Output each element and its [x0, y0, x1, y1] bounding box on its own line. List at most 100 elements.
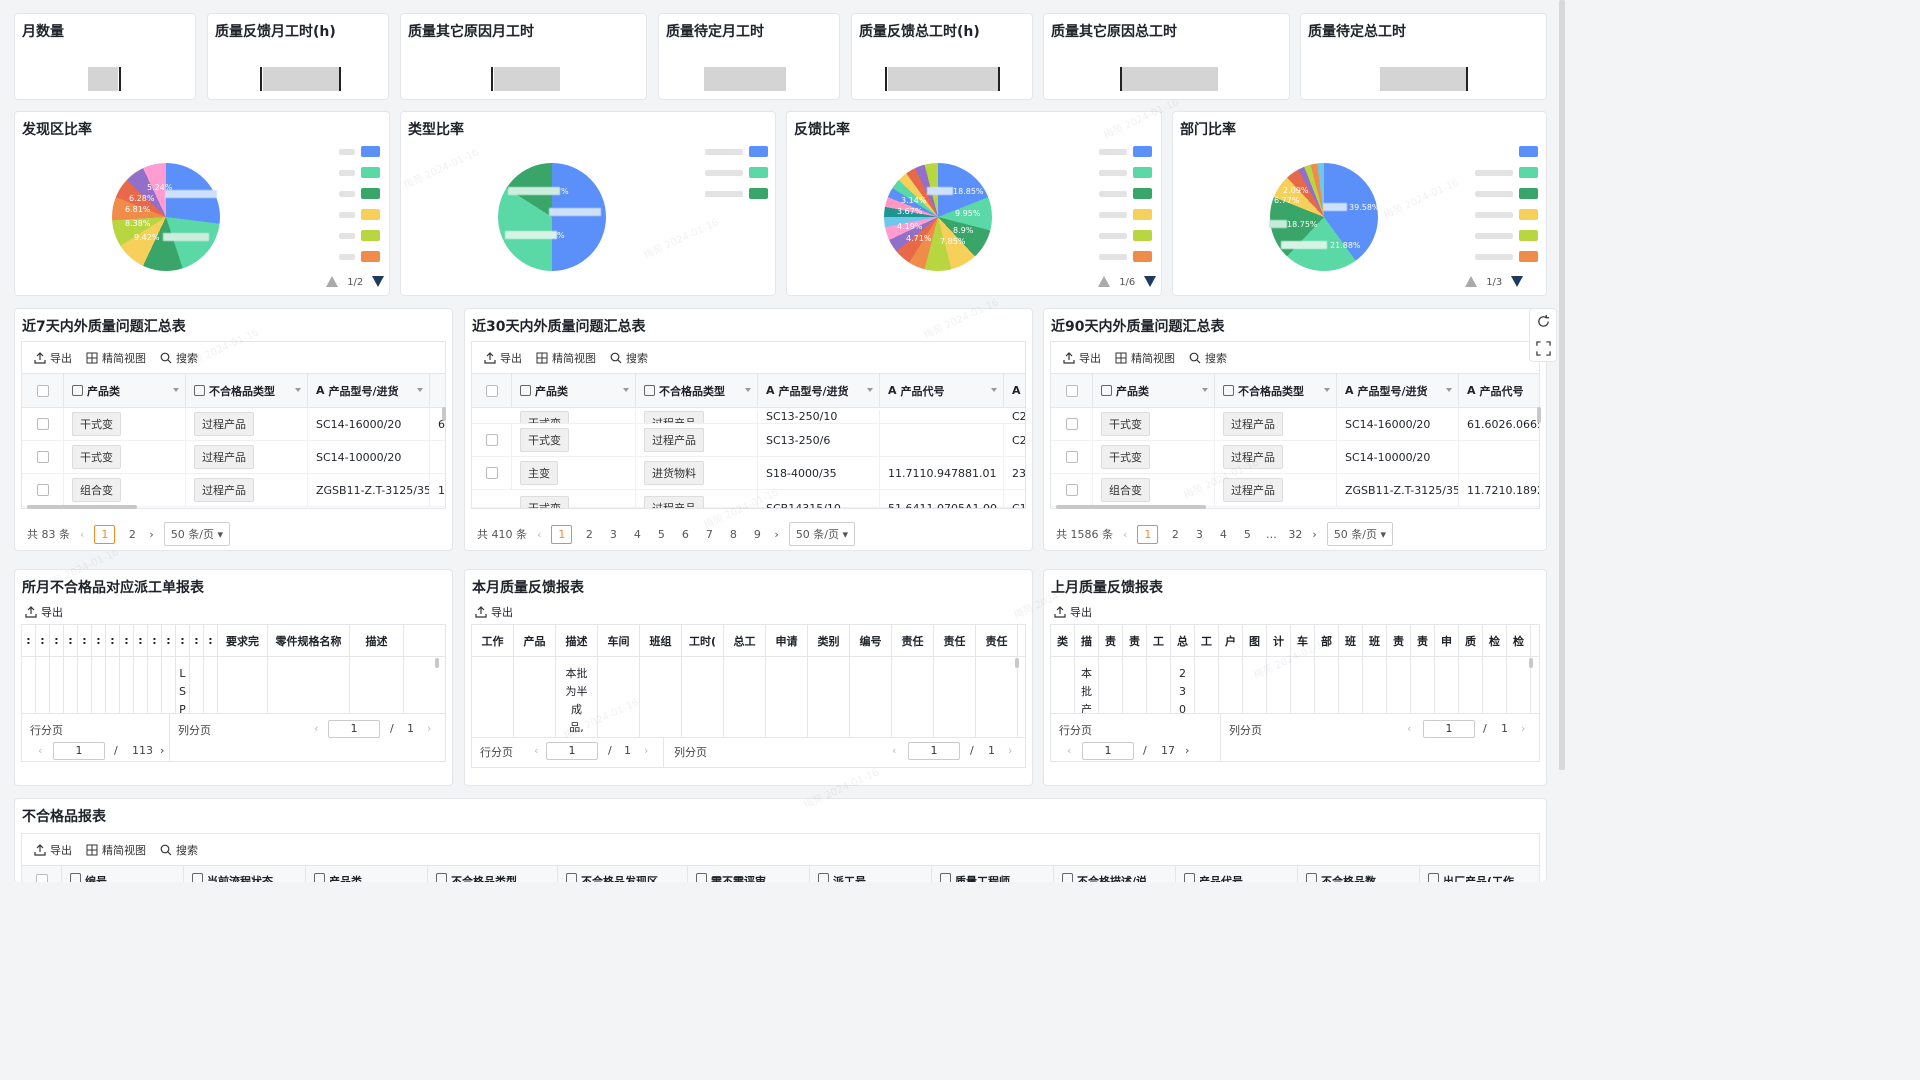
prev-page-icon[interactable]: ‹: [534, 744, 538, 757]
col-header[interactable]: 产品类: [1093, 374, 1215, 407]
col-page-input[interactable]: 1: [328, 720, 380, 738]
legend-prev-icon[interactable]: [1465, 276, 1477, 287]
table-row[interactable]: 干式变 过程产品 SC14-10000/20: [22, 441, 445, 474]
next-page-icon[interactable]: ›: [774, 528, 778, 541]
col-header[interactable]: 申: [1435, 625, 1459, 656]
col-header[interactable]: 派工号: [810, 866, 932, 882]
col-header[interactable]: A 产品型号/进货: [758, 374, 880, 407]
col-header[interactable]: 出厂产品(工作: [1420, 866, 1539, 882]
col-header[interactable]: 班组: [640, 625, 682, 656]
page-button[interactable]: 5: [1240, 528, 1254, 541]
horizontal-scrollbar[interactable]: [27, 505, 137, 509]
page-button[interactable]: 7: [702, 528, 716, 541]
sort-caret-icon[interactable]: [417, 388, 423, 392]
page-button[interactable]: 3: [1192, 528, 1206, 541]
page-button[interactable]: 6: [678, 528, 692, 541]
col-header[interactable]: 车间: [598, 625, 640, 656]
page-size-select[interactable]: 50 条/页 ▾: [163, 522, 231, 546]
legend-swatch[interactable]: [1519, 188, 1538, 199]
col-header[interactable]: 当前流程状态: [184, 866, 306, 882]
col-header[interactable]: 不合格品发现区: [558, 866, 688, 882]
col-header[interactable]: 编号: [62, 866, 184, 882]
col-header[interactable]: A 产品代号: [880, 374, 1004, 407]
compact-view-button[interactable]: 精简视图: [86, 350, 146, 366]
next-page-icon[interactable]: ›: [1312, 528, 1316, 541]
prev-col-icon[interactable]: ‹: [314, 722, 318, 735]
table-row[interactable]: 组合变 过程产品 ZGSB11-Z.T-3125/35 11.7210.1892…: [1051, 474, 1539, 507]
legend-swatch[interactable]: [1133, 209, 1152, 220]
select-all-checkbox[interactable]: [485, 384, 498, 397]
sort-caret-icon[interactable]: [295, 388, 301, 392]
col-header[interactable]: 不合格品类型: [186, 374, 308, 407]
col-header[interactable]: A: [1004, 374, 1025, 407]
next-page-icon[interactable]: ›: [149, 528, 153, 541]
pie-chart[interactable]: [112, 163, 220, 271]
col-header[interactable]: A 产品型号/进货: [308, 374, 430, 407]
export-button[interactable]: 导出: [1054, 604, 1092, 620]
sort-caret-icon[interactable]: [173, 388, 179, 392]
fullscreen-icon[interactable]: [1536, 341, 1551, 356]
next-col-icon[interactable]: ›: [1521, 722, 1525, 735]
row-page-input[interactable]: 1: [53, 742, 105, 760]
next-page-icon[interactable]: ›: [644, 744, 648, 757]
sort-caret-icon[interactable]: [991, 388, 997, 392]
export-button[interactable]: 导出: [475, 604, 513, 620]
col-header[interactable]: 责任: [934, 625, 976, 656]
export-button[interactable]: 导出: [1063, 350, 1101, 366]
legend-swatch[interactable]: [1519, 167, 1538, 178]
search-button[interactable]: 搜索: [610, 350, 648, 366]
row-checkbox[interactable]: [36, 451, 49, 463]
col-header[interactable]: 不合格描述/说: [1054, 866, 1176, 882]
col-header[interactable]: A 产品代号: [1459, 374, 1539, 407]
sort-caret-icon[interactable]: [1202, 388, 1208, 392]
legend-swatch[interactable]: [361, 230, 380, 241]
select-all-checkbox[interactable]: [35, 874, 48, 882]
search-button[interactable]: 搜索: [1189, 350, 1227, 366]
page-scrollbar[interactable]: [1559, 0, 1565, 770]
col-header[interactable]: 零件规格名称: [268, 625, 350, 656]
col-header[interactable]: 责: [1411, 625, 1435, 656]
row-checkbox[interactable]: [1065, 484, 1078, 496]
col-header[interactable]: 总: [1171, 625, 1195, 656]
legend-next-icon[interactable]: [372, 276, 385, 287]
col-header[interactable]: 申请: [766, 625, 808, 656]
col-header[interactable]: 车: [1291, 625, 1315, 656]
page-button[interactable]: 2: [582, 528, 596, 541]
row-page-input[interactable]: 1: [1082, 742, 1134, 760]
col-header[interactable]: 描: [1075, 625, 1099, 656]
col-header[interactable]: 不合格品类型: [636, 374, 758, 407]
row-checkbox[interactable]: [36, 484, 49, 496]
col-header[interactable]: 班: [1363, 625, 1387, 656]
row-checkbox[interactable]: [1065, 451, 1078, 463]
col-header[interactable]: 责: [1099, 625, 1123, 656]
legend-next-icon[interactable]: [1144, 276, 1157, 287]
col-header[interactable]: 工: [1195, 625, 1219, 656]
col-header[interactable]: 要求完: [218, 625, 268, 656]
col-header[interactable]: 不合格品类型: [428, 866, 558, 882]
sort-caret-icon[interactable]: [745, 388, 751, 392]
sort-caret-icon[interactable]: [1446, 388, 1452, 392]
legend-swatch[interactable]: [361, 167, 380, 178]
col-header[interactable]: 户: [1219, 625, 1243, 656]
page-button[interactable]: 4: [1216, 528, 1230, 541]
col-header[interactable]: 质量工程师: [932, 866, 1054, 882]
col-header[interactable]: 工: [1147, 625, 1171, 656]
prev-col-icon[interactable]: ‹: [892, 744, 896, 757]
col-page-input[interactable]: 1: [908, 742, 960, 760]
page-button[interactable]: 32: [1288, 528, 1302, 541]
vertical-scrollbar[interactable]: [1529, 658, 1533, 668]
col-header[interactable]: 总工: [724, 625, 766, 656]
col-header[interactable]: 产品类: [512, 374, 636, 407]
export-button[interactable]: 导出: [25, 604, 63, 620]
legend-swatch[interactable]: [1133, 251, 1152, 262]
prev-page-icon[interactable]: ‹: [80, 528, 84, 541]
compact-view-button[interactable]: 精简视图: [86, 842, 146, 858]
search-button[interactable]: 搜索: [160, 842, 198, 858]
export-button[interactable]: 导出: [484, 350, 522, 366]
next-page-icon[interactable]: ›: [160, 744, 164, 757]
row-checkbox[interactable]: [485, 434, 498, 446]
legend-swatch[interactable]: [1133, 230, 1152, 241]
col-header[interactable]: 责任: [892, 625, 934, 656]
page-ellipsis[interactable]: …: [1264, 528, 1278, 541]
table-row[interactable]: 干式变 过程产品 SC13-250/10 C2: [472, 408, 1025, 424]
